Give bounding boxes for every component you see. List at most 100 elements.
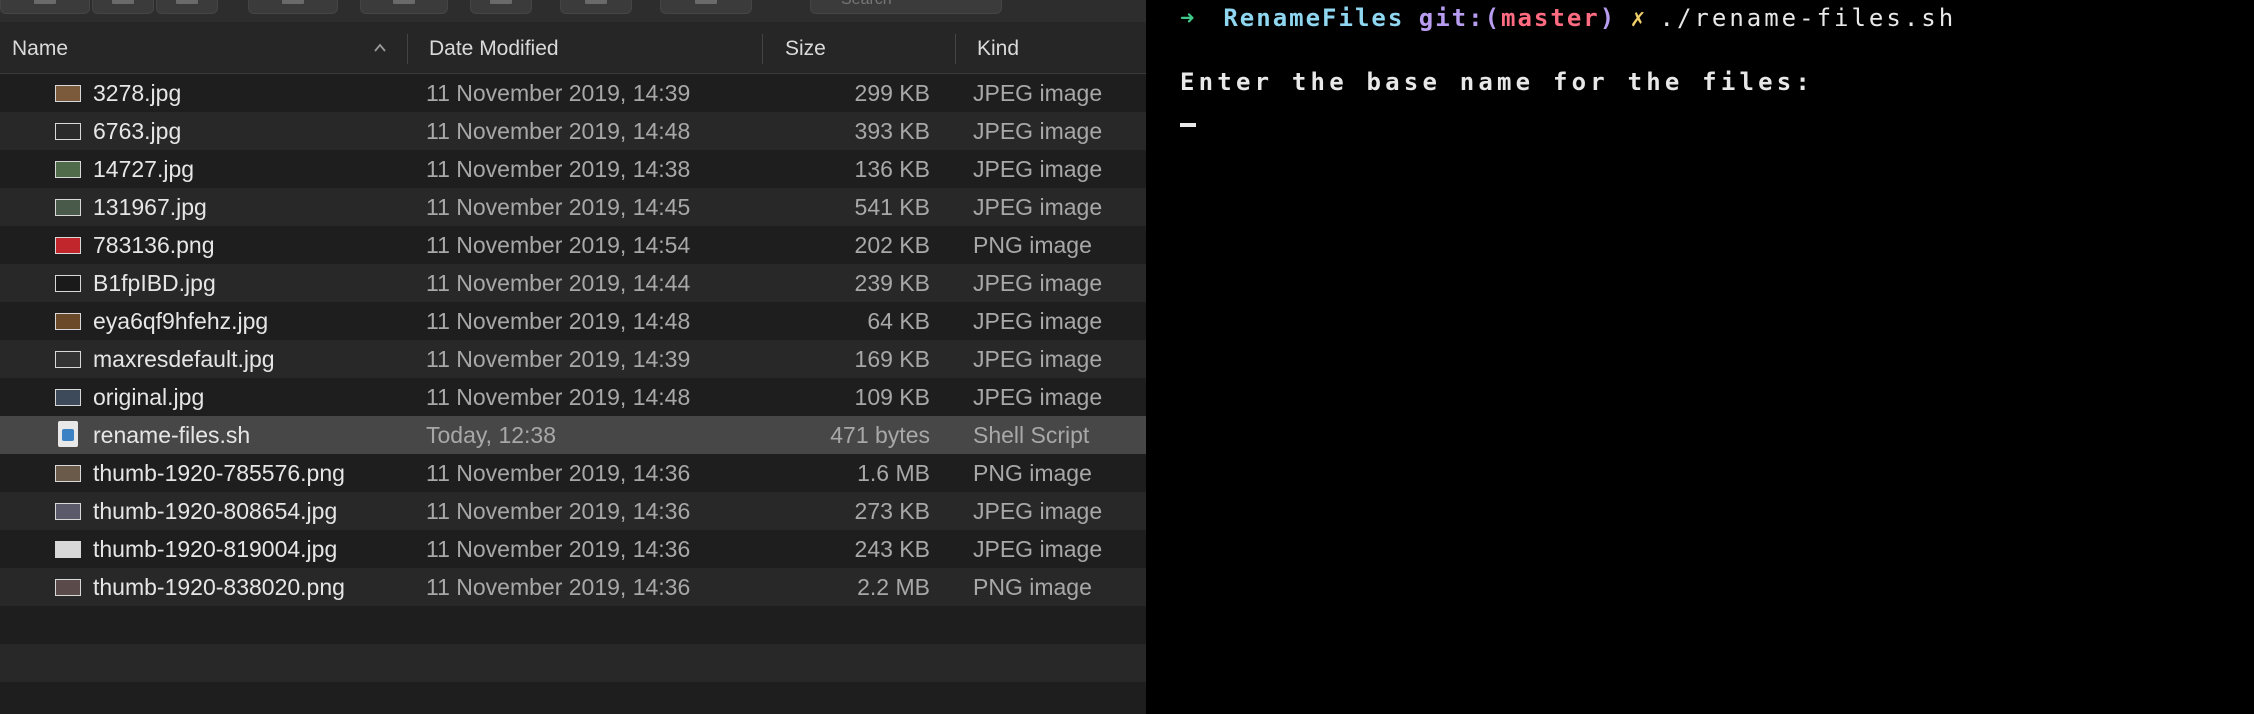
file-kind: JPEG image xyxy=(973,384,1103,410)
file-size: 299 KB xyxy=(854,80,930,106)
prompt-line: ➜ RenameFiles git:(master) ✗ ./rename-fi… xyxy=(1180,4,1956,32)
file-row[interactable]: 6763.jpg 11 November 2019, 14:48 393 KB JPE… xyxy=(0,112,1146,150)
image-thumbnail-icon xyxy=(55,237,81,254)
file-kind: JPEG image xyxy=(973,194,1103,220)
shell-script-icon xyxy=(58,421,78,447)
file-date-modified: 11 November 2019, 14:48 xyxy=(426,118,691,144)
file-kind: PNG image xyxy=(973,232,1092,258)
file-row[interactable]: original.jpg 11 November 2019, 14:48 109 K… xyxy=(0,378,1146,416)
image-thumbnail-icon xyxy=(55,161,81,178)
file-kind: JPEG image xyxy=(973,498,1103,524)
file-name: 131967.jpg xyxy=(93,194,207,220)
file-row[interactable]: eya6qf9hfehz.jpg 11 November 2019, 14:48 6… xyxy=(0,302,1146,340)
file-row[interactable]: thumb-1920-808654.jpg 11 November 2019, 1… xyxy=(0,492,1146,530)
file-name: thumb-1920-785576.png xyxy=(93,460,345,486)
file-row[interactable]: rename-files.sh Today, 12:38 471 bytes Shel… xyxy=(0,416,1146,454)
file-row[interactable]: 131967.jpg 11 November 2019, 14:45 541 KB J… xyxy=(0,188,1146,226)
file-name: B1fpIBD.jpg xyxy=(93,270,216,296)
prompt-branch: master xyxy=(1501,4,1600,32)
sort-ascending-icon[interactable] xyxy=(374,42,386,54)
image-thumbnail-icon xyxy=(55,85,81,102)
file-row[interactable]: 14727.jpg 11 November 2019, 14:38 136 KB JP… xyxy=(0,150,1146,188)
file-name: 3278.jpg xyxy=(93,80,182,106)
file-list-empty-area[interactable] xyxy=(0,606,1146,714)
share-button[interactable] xyxy=(470,0,532,14)
action-button[interactable] xyxy=(360,0,448,14)
file-name: thumb-1920-808654.jpg xyxy=(93,498,338,524)
file-row[interactable]: B1fpIBD.jpg 11 November 2019, 14:44 239 KB… xyxy=(0,264,1146,302)
search-field[interactable]: Search xyxy=(810,0,1002,14)
more-button[interactable] xyxy=(660,0,752,14)
file-kind: JPEG image xyxy=(973,270,1103,296)
image-thumbnail-icon xyxy=(55,503,81,520)
file-size: 1.6 MB xyxy=(857,460,930,486)
group-button[interactable] xyxy=(248,0,338,14)
column-size-header[interactable]: Size xyxy=(785,22,826,74)
file-name: thumb-1920-819004.jpg xyxy=(93,536,338,562)
image-thumbnail-icon xyxy=(55,123,81,140)
file-date-modified: 11 November 2019, 14:36 xyxy=(426,460,691,486)
file-size: 2.2 MB xyxy=(857,574,930,600)
file-size: 541 KB xyxy=(854,194,930,220)
column-divider[interactable] xyxy=(762,34,763,64)
finder-toolbar: Search xyxy=(0,0,1146,22)
tags-button[interactable] xyxy=(560,0,632,14)
file-row[interactable]: 783136.png 11 November 2019, 14:54 202 KB P… xyxy=(0,226,1146,264)
file-date-modified: 11 November 2019, 14:48 xyxy=(426,308,691,334)
file-size: 202 KB xyxy=(854,232,930,258)
prompt-dirty-icon: ✗ xyxy=(1630,4,1646,32)
terminal-output-line: Enter the base name for the files: xyxy=(1180,68,1815,96)
file-name: 14727.jpg xyxy=(93,156,195,182)
file-size: 239 KB xyxy=(854,270,930,296)
prompt-arrow-icon: ➜ xyxy=(1180,4,1195,32)
image-thumbnail-icon xyxy=(55,541,81,558)
file-kind: JPEG image xyxy=(973,118,1103,144)
file-name: maxresdefault.jpg xyxy=(93,346,275,372)
file-date-modified: 11 November 2019, 14:54 xyxy=(426,232,691,258)
file-date-modified: 11 November 2019, 14:36 xyxy=(426,574,691,600)
finder-window: Search Name Date Modified Size Kind 3278… xyxy=(0,0,1146,714)
file-kind: JPEG image xyxy=(973,156,1103,182)
view-icon-button[interactable] xyxy=(0,0,90,14)
empty-row xyxy=(0,682,1146,714)
column-date-header[interactable]: Date Modified xyxy=(429,22,559,74)
file-size: 273 KB xyxy=(854,498,930,524)
file-size: 169 KB xyxy=(854,346,930,372)
image-thumbnail-icon xyxy=(55,275,81,292)
prompt-git-suffix: ) xyxy=(1599,4,1617,32)
file-name: 6763.jpg xyxy=(93,118,182,144)
file-row[interactable]: thumb-1920-785576.png 11 November 2019, 1… xyxy=(0,454,1146,492)
terminal-window[interactable]: ➜ RenameFiles git:(master) ✗ ./rename-fi… xyxy=(1146,0,2254,714)
file-kind: JPEG image xyxy=(973,308,1103,334)
view-list-button[interactable] xyxy=(92,0,154,14)
file-size: 136 KB xyxy=(854,156,930,182)
file-size: 64 KB xyxy=(867,308,930,334)
file-date-modified: 11 November 2019, 14:36 xyxy=(426,498,691,524)
file-size: 109 KB xyxy=(854,384,930,410)
column-name-header[interactable]: Name xyxy=(12,22,68,74)
column-divider[interactable] xyxy=(407,34,408,64)
file-row[interactable]: maxresdefault.jpg 11 November 2019, 14:39… xyxy=(0,340,1146,378)
file-name: eya6qf9hfehz.jpg xyxy=(93,308,269,334)
file-kind: JPEG image xyxy=(973,536,1103,562)
file-size: 471 bytes xyxy=(830,422,930,448)
file-date-modified: 11 November 2019, 14:38 xyxy=(426,156,691,182)
file-kind: JPEG image xyxy=(973,80,1103,106)
image-thumbnail-icon xyxy=(55,351,81,368)
view-columns-button[interactable] xyxy=(156,0,218,14)
column-divider[interactable] xyxy=(955,34,956,64)
image-thumbnail-icon xyxy=(55,199,81,216)
file-row[interactable]: thumb-1920-819004.jpg 11 November 2019, 1… xyxy=(0,530,1146,568)
column-header: Name Date Modified Size Kind xyxy=(0,22,1146,74)
empty-row xyxy=(0,644,1146,682)
script-badge xyxy=(62,429,74,441)
file-size: 243 KB xyxy=(854,536,930,562)
prompt-directory: RenameFiles xyxy=(1223,4,1405,32)
file-row[interactable]: thumb-1920-838020.png 11 November 2019, 1… xyxy=(0,568,1146,606)
file-date-modified: Today, 12:38 xyxy=(426,422,557,448)
image-thumbnail-icon xyxy=(55,579,81,596)
file-date-modified: 11 November 2019, 14:48 xyxy=(426,384,691,410)
column-kind-header[interactable]: Kind xyxy=(977,22,1019,74)
file-kind: PNG image xyxy=(973,460,1092,486)
file-row[interactable]: 3278.jpg 11 November 2019, 14:39 299 KB JPE… xyxy=(0,74,1146,112)
